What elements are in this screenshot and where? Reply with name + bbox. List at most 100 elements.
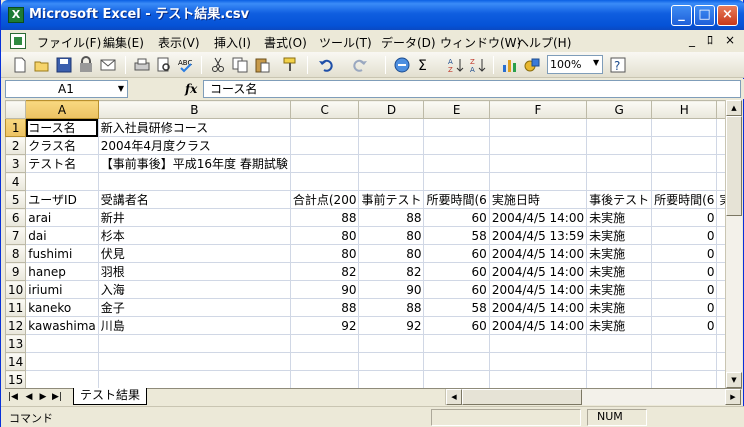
cell-a1[interactable]: コース名	[25, 118, 99, 137]
cell-f11[interactable]: 2004/4/5 14:00	[488, 298, 588, 317]
cell-i9[interactable]	[716, 262, 725, 281]
cell-f4[interactable]	[488, 172, 588, 191]
cell-e4[interactable]	[423, 172, 490, 191]
cell-h8[interactable]: 0	[651, 244, 718, 263]
cell-g8[interactable]: 未実施	[586, 244, 653, 263]
cell-e9[interactable]: 60	[423, 262, 490, 281]
zoom-dropdown-icon[interactable]: ▼	[593, 58, 599, 67]
cell-d9[interactable]: 82	[358, 262, 425, 281]
menu-tools[interactable]: ツール(T)	[319, 34, 372, 51]
menu-help[interactable]: ヘルプ(H)	[517, 34, 571, 51]
cell-a13[interactable]	[25, 334, 99, 353]
undo-icon[interactable]	[317, 56, 335, 74]
vertical-scroll-thumb[interactable]	[726, 116, 742, 216]
cell-b8[interactable]: 伏見	[97, 244, 291, 263]
cell-i4[interactable]	[716, 172, 725, 191]
row-header[interactable]: 5	[5, 190, 27, 209]
cell-a2[interactable]: クラス名	[25, 136, 99, 155]
cell-c10[interactable]: 90	[289, 280, 360, 299]
cell-h15[interactable]	[651, 370, 718, 388]
drawing-icon[interactable]	[523, 56, 541, 74]
cell-f8[interactable]: 2004/4/5 14:00	[488, 244, 588, 263]
cell-e10[interactable]: 60	[423, 280, 490, 299]
scroll-down-button[interactable]: ▼	[726, 372, 742, 388]
cell-c7[interactable]: 80	[289, 226, 360, 245]
horizontal-scrollbar[interactable]: ◀ ▶	[445, 389, 741, 405]
formula-input[interactable]: コース名	[203, 80, 741, 98]
cell-b11[interactable]: 金子	[97, 298, 291, 317]
cell-c1[interactable]	[289, 118, 360, 137]
row-header[interactable]: 6	[5, 208, 27, 227]
cell-h9[interactable]: 0	[651, 262, 718, 281]
cell-d7[interactable]: 80	[358, 226, 425, 245]
cell-d2[interactable]	[358, 136, 425, 155]
row-header[interactable]: 7	[5, 226, 27, 245]
paste-icon[interactable]	[253, 56, 271, 74]
row-header[interactable]: 10	[5, 280, 27, 299]
next-sheet-icon[interactable]: ▶	[37, 391, 49, 403]
cell-g13[interactable]	[586, 334, 653, 353]
email-icon[interactable]	[99, 56, 117, 74]
cell-a7[interactable]: dai	[25, 226, 99, 245]
worksheet-table[interactable]: ABCDEFGHI 1コース名新入社員研修コース2クラス名2004年4月度クラス…	[5, 100, 725, 388]
excel-icon[interactable]: X	[8, 7, 24, 23]
column-header-e[interactable]: E	[423, 100, 490, 119]
cell-h11[interactable]: 0	[651, 298, 718, 317]
column-header-g[interactable]: G	[586, 100, 653, 119]
cell-c14[interactable]	[289, 352, 360, 371]
cell-i1[interactable]	[716, 118, 725, 137]
cell-b5[interactable]: 受講者名	[97, 190, 291, 209]
cell-i14[interactable]	[716, 352, 725, 371]
cell-h10[interactable]: 0	[651, 280, 718, 299]
row-header[interactable]: 11	[5, 298, 27, 317]
cell-f6[interactable]: 2004/4/5 14:00	[488, 208, 588, 227]
menu-view[interactable]: 表示(V)	[158, 34, 200, 51]
menu-edit[interactable]: 編集(E)	[103, 34, 144, 51]
cell-f3[interactable]	[488, 154, 588, 173]
cell-b2[interactable]: 2004年4月度クラス	[97, 136, 291, 155]
cell-d3[interactable]	[358, 154, 425, 173]
cell-a4[interactable]	[25, 172, 99, 191]
cell-i5[interactable]: 実施日時	[716, 190, 725, 209]
save-icon[interactable]	[55, 56, 73, 74]
redo-icon[interactable]	[351, 56, 369, 74]
menu-format[interactable]: 書式(O)	[264, 34, 307, 51]
cell-i11[interactable]	[716, 298, 725, 317]
row-header[interactable]: 2	[5, 136, 27, 155]
sort-ascending-icon[interactable]: AZ	[447, 56, 465, 74]
cell-c3[interactable]	[289, 154, 360, 173]
scroll-left-button[interactable]: ◀	[446, 389, 462, 405]
column-header-i[interactable]: I	[716, 100, 725, 119]
cell-b13[interactable]	[97, 334, 291, 353]
row-header[interactable]: 13	[5, 334, 27, 353]
cell-f7[interactable]: 2004/4/5 13:59	[488, 226, 588, 245]
sheet-tab-active[interactable]: テスト結果	[73, 388, 148, 405]
cell-e7[interactable]: 58	[423, 226, 490, 245]
cell-g7[interactable]: 未実施	[586, 226, 653, 245]
cell-g10[interactable]: 未実施	[586, 280, 653, 299]
cell-a11[interactable]: kaneko	[25, 298, 99, 317]
cell-g4[interactable]	[586, 172, 653, 191]
cell-e11[interactable]: 58	[423, 298, 490, 317]
cell-i2[interactable]	[716, 136, 725, 155]
cell-i8[interactable]	[716, 244, 725, 263]
cell-i15[interactable]	[716, 370, 725, 388]
maximize-button[interactable]: □	[694, 5, 715, 26]
print-icon[interactable]	[133, 56, 151, 74]
cell-a8[interactable]: fushimi	[25, 244, 99, 263]
row-header[interactable]: 14	[5, 352, 27, 371]
cell-i3[interactable]	[716, 154, 725, 173]
menu-file[interactable]: ファイル(F)	[37, 34, 101, 51]
cell-b3[interactable]: 【事前事後】平成16年度 春期試験	[97, 154, 291, 173]
cell-b9[interactable]: 羽根	[97, 262, 291, 281]
cell-i12[interactable]	[716, 316, 725, 335]
cell-d8[interactable]: 80	[358, 244, 425, 263]
cell-f1[interactable]	[488, 118, 588, 137]
doc-restore-button[interactable]: ﾛ	[707, 33, 713, 47]
doc-close-button[interactable]: ×	[725, 33, 735, 47]
cell-h4[interactable]	[651, 172, 718, 191]
cell-g9[interactable]: 未実施	[586, 262, 653, 281]
cell-a10[interactable]: iriumi	[25, 280, 99, 299]
row-header[interactable]: 15	[5, 370, 27, 388]
scroll-up-button[interactable]: ▲	[726, 100, 742, 116]
